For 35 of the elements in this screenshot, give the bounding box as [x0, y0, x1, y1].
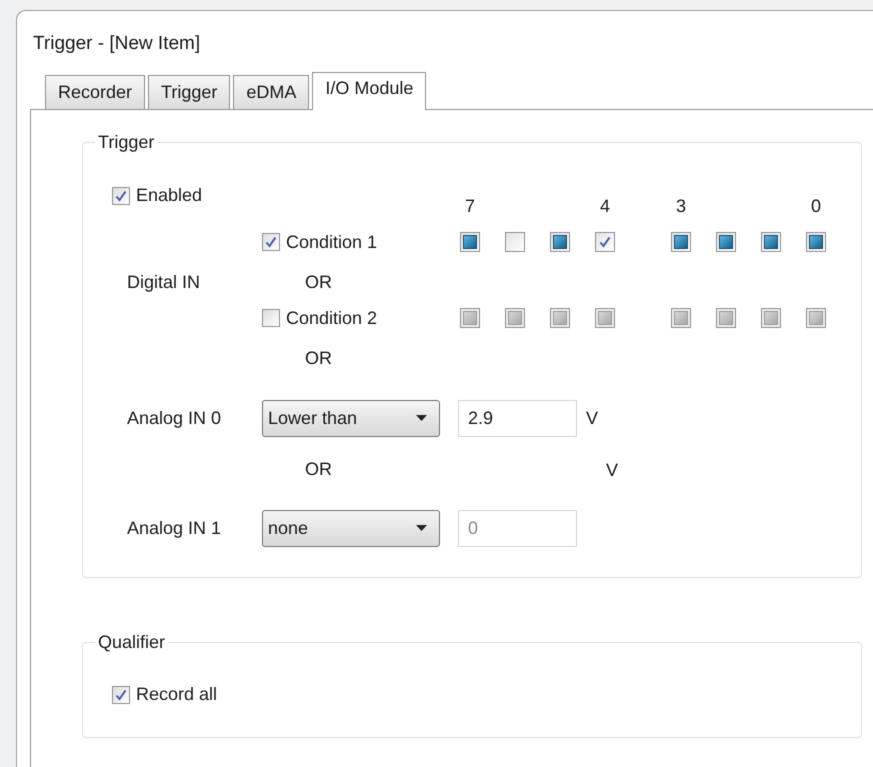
checkbox[interactable] [262, 233, 280, 251]
caret-icon [416, 415, 427, 421]
unit-label: V [606, 459, 618, 482]
analog-label: Analog IN 1 [127, 518, 222, 538]
tab[interactable]: I/O Module [312, 72, 426, 110]
checkbox-label: Record all [136, 683, 218, 706]
check-icon [599, 236, 611, 248]
tab[interactable]: eDMA [233, 75, 310, 109]
checkbox-label: Condition 1 [286, 230, 378, 254]
checkbox[interactable] [112, 186, 130, 204]
bit-number: 3 [676, 195, 686, 218]
bit-number: 0 [810, 195, 821, 218]
bit-number: 7 [464, 195, 475, 218]
bit-checkbox[interactable] [505, 232, 525, 252]
checkbox-label: Enabled [136, 184, 202, 207]
analog-label: Analog IN 0 [127, 408, 222, 428]
window-title: Trigger - [New Item] [33, 33, 200, 54]
checkbox[interactable] [262, 309, 280, 327]
or-label: OR [305, 348, 332, 368]
bit-checkbox[interactable] [595, 232, 615, 252]
checkbox-label: Condition 2 [286, 306, 378, 330]
check-icon [115, 688, 127, 700]
tab[interactable]: Recorder [45, 75, 146, 109]
or-label: OR [305, 272, 332, 292]
bit-number: 4 [600, 195, 610, 218]
or-label: OR [305, 459, 332, 479]
value-field[interactable]: 2.9 [458, 400, 577, 436]
digital-in-label: Digital IN [127, 272, 200, 292]
dropdown[interactable]: Lower than [262, 400, 440, 436]
checkbox[interactable] [112, 686, 130, 704]
unit-label: V [586, 406, 598, 430]
tab[interactable]: Trigger [148, 75, 230, 109]
check-icon [115, 190, 127, 202]
check-icon [265, 236, 277, 248]
caret-icon [416, 525, 427, 531]
